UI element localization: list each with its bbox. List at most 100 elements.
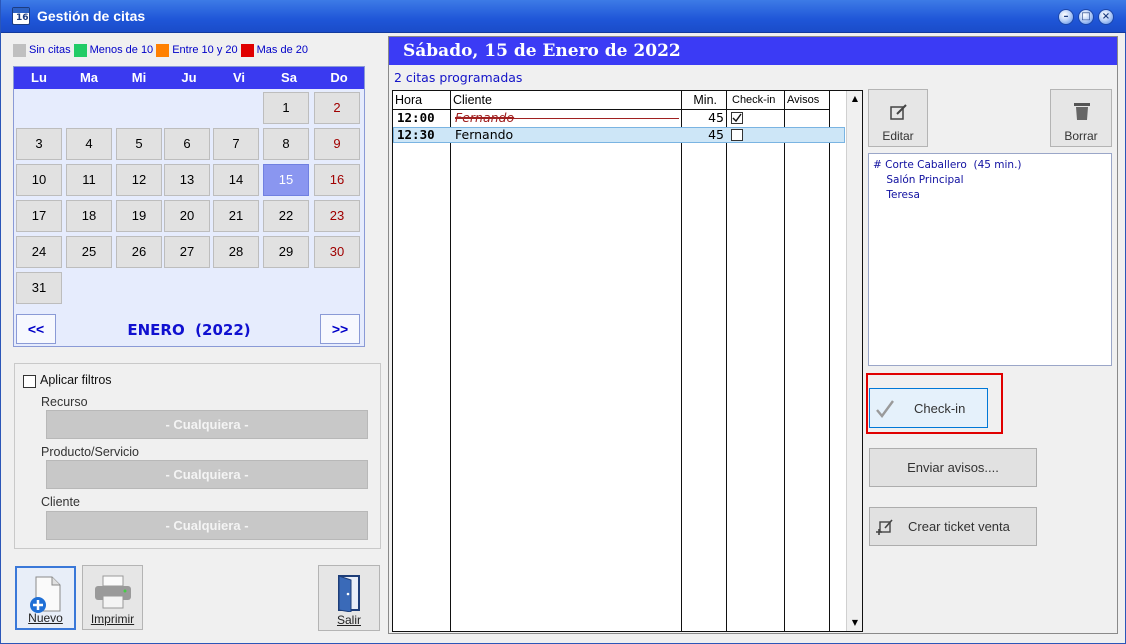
calendar-day[interactable]: 28 — [213, 236, 259, 268]
calendar-day[interactable]: 23 — [314, 200, 360, 232]
legend-swatch-grey — [13, 43, 26, 57]
weekday-label: Do — [330, 70, 348, 85]
calendar-day[interactable]: 2 — [314, 92, 360, 124]
legend-mas-20: Mas de 20 — [240, 43, 308, 57]
editar-button[interactable]: Editar — [868, 89, 928, 147]
close-icon[interactable]: × — [1098, 9, 1114, 25]
calendar-day[interactable]: 9 — [314, 128, 360, 160]
crear-ticket-button[interactable]: Crear ticket venta — [869, 507, 1037, 546]
calendar-app-icon: 16 — [12, 7, 30, 25]
legend-sin-citas: Sin citas — [13, 43, 71, 57]
calendar-day[interactable]: 31 — [16, 272, 62, 304]
prev-month-button[interactable]: << — [16, 314, 56, 344]
scroll-up-icon[interactable]: ▲ — [848, 92, 862, 106]
calendar-day[interactable]: 10 — [16, 164, 62, 196]
calendar-day[interactable]: 22 — [263, 200, 309, 232]
appointments-grid: Hora Cliente Min. Check-in Avisos 12:00 … — [392, 90, 863, 632]
detail-service: # Corte Caballero (45 min.) — [873, 159, 1022, 171]
day-header: Sábado, 15 de Enero de 2022 — [389, 37, 1117, 65]
trash-icon — [1074, 103, 1090, 120]
detail-staff: Teresa — [873, 189, 920, 201]
calendar-day[interactable]: 1 — [263, 92, 309, 124]
apply-filters-label: Aplicar filtros — [40, 373, 112, 387]
window-title: Gestión de citas — [37, 8, 146, 24]
restore-icon[interactable]: □ — [1078, 9, 1094, 25]
check-icon — [732, 113, 742, 123]
calendar-day[interactable]: 6 — [164, 128, 210, 160]
month-calendar: Lu Ma Mi Ju Vi Sa Do 1 2 3 4 5 6 7 8 9 10 11 12 13 14… — [13, 66, 365, 347]
row-min: 45 — [708, 110, 724, 125]
calendar-day[interactable]: 16 — [314, 164, 360, 196]
calendar-day[interactable]: 26 — [116, 236, 162, 268]
calendar-day[interactable]: 12 — [116, 164, 162, 196]
next-month-button[interactable]: >> — [320, 314, 360, 344]
legend-swatch-red — [240, 43, 254, 57]
calendar-day[interactable]: 25 — [66, 236, 112, 268]
grid-scrollbar[interactable]: ▲ ▼ — [846, 91, 862, 631]
enviar-avisos-button[interactable]: Enviar avisos.... — [869, 448, 1037, 487]
row-checkin-checkbox[interactable] — [731, 112, 743, 124]
producto-select[interactable]: - Cualquiera - — [46, 460, 368, 489]
detail-room: Salón Principal — [873, 174, 964, 186]
calendar-day[interactable]: 7 — [213, 128, 259, 160]
calendar-day[interactable]: 21 — [213, 200, 259, 232]
enviar-avisos-label: Enviar avisos.... — [907, 460, 999, 475]
header-avisos[interactable]: Avisos — [785, 91, 830, 109]
add-ticket-icon — [876, 519, 893, 535]
row-cliente: Fernando — [455, 127, 514, 142]
calendar-day[interactable]: 17 — [16, 200, 62, 232]
calendar-day[interactable]: 27 — [164, 236, 210, 268]
nuevo-button[interactable]: Nuevo — [15, 566, 76, 630]
minimize-icon[interactable]: – — [1058, 9, 1074, 25]
table-row-selected[interactable]: 12:30 Fernando 45 — [393, 127, 845, 143]
calendar-day[interactable]: 11 — [66, 164, 112, 196]
calendar-day[interactable]: 5 — [116, 128, 162, 160]
weekday-label: Sa — [281, 70, 297, 85]
edit-icon — [890, 104, 907, 120]
column-min — [682, 91, 727, 631]
header-checkin[interactable]: Check-in — [727, 91, 785, 109]
cancelled-strike — [455, 118, 679, 119]
calendar-day[interactable]: 19 — [116, 200, 162, 232]
calendar-day[interactable]: 18 — [66, 200, 112, 232]
header-hora[interactable]: Hora — [393, 91, 451, 109]
calendar-legend: Sin citas Menos de 10 Entre 10 y 20 Mas … — [13, 43, 311, 57]
checkin-label: Check-in — [914, 401, 966, 416]
table-row[interactable]: 12:00 Fernando 45 — [393, 110, 845, 126]
column-avisos — [785, 91, 830, 631]
column-checkin — [727, 91, 785, 631]
calendar-day[interactable]: 15 — [263, 164, 309, 196]
day-panel: Sábado, 15 de Enero de 2022 2 citas prog… — [388, 36, 1118, 634]
calendar-day[interactable]: 29 — [263, 236, 309, 268]
filters-panel: Aplicar filtros Recurso - Cualquiera - P… — [14, 363, 381, 549]
calendar-day[interactable]: 4 — [66, 128, 112, 160]
calendar-day[interactable]: 20 — [164, 200, 210, 232]
apply-filters-checkbox[interactable] — [23, 375, 36, 388]
calendar-day[interactable]: 30 — [314, 236, 360, 268]
calendar-day[interactable]: 24 — [16, 236, 62, 268]
column-hora — [393, 91, 451, 631]
row-checkin-checkbox[interactable] — [731, 129, 743, 141]
calendar-day[interactable]: 13 — [164, 164, 210, 196]
borrar-button[interactable]: Borrar — [1050, 89, 1112, 147]
calendar-day[interactable]: 8 — [263, 128, 309, 160]
weekday-label: Vi — [232, 70, 246, 85]
row-min: 45 — [708, 127, 724, 142]
new-document-icon — [30, 576, 61, 613]
title-bar[interactable]: 16 Gestión de citas – □ × — [1, 0, 1126, 33]
row-hora: 12:00 — [397, 110, 435, 125]
header-min[interactable]: Min. — [682, 91, 727, 109]
imprimir-button[interactable]: Imprimir — [82, 565, 143, 630]
appointments-window: 16 Gestión de citas – □ × Sin citas Meno… — [0, 0, 1126, 644]
header-cliente[interactable]: Cliente — [451, 91, 682, 109]
scroll-down-icon[interactable]: ▼ — [848, 616, 862, 630]
checkin-button[interactable]: Check-in — [869, 388, 988, 428]
calendar-day[interactable]: 14 — [213, 164, 259, 196]
recurso-label: Recurso — [41, 395, 88, 409]
salir-button[interactable]: Salir — [318, 565, 380, 631]
recurso-select[interactable]: - Cualquiera - — [46, 410, 368, 439]
cliente-select[interactable]: - Cualquiera - — [46, 511, 368, 540]
appointment-details: # Corte Caballero (45 min.) Salón Princi… — [868, 153, 1112, 366]
calendar-day[interactable]: 3 — [16, 128, 62, 160]
exit-door-icon — [338, 575, 360, 612]
